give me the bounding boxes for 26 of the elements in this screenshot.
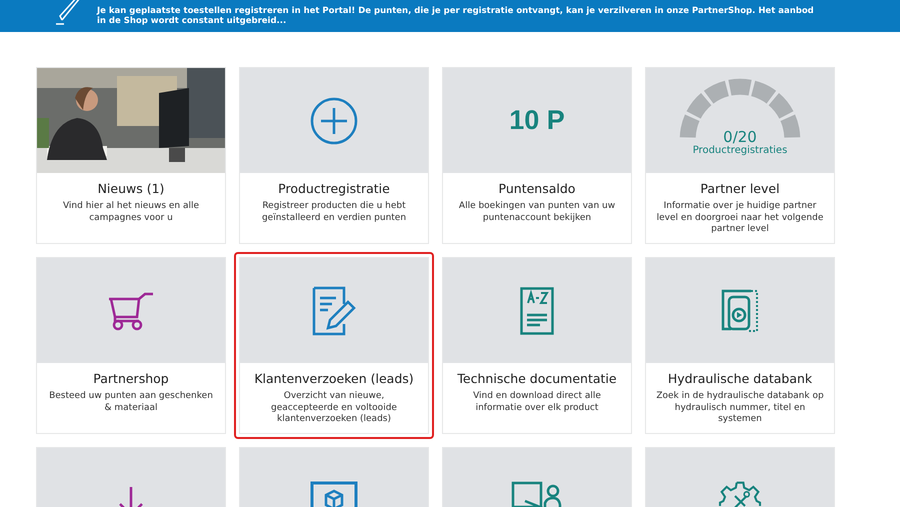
tile-description: Overzicht van nieuwe, geaccepteerde en voltooide klantenverzoeken (leads) (270, 391, 398, 426)
tile-description: Vind en download direct alle informatie over elk product (472, 391, 602, 414)
tile-title: Nieuws (1) (96, 181, 166, 196)
cart-icon (107, 290, 155, 330)
tile-description: Alle boekingen van punten van uw puntenaccount bekijken (458, 201, 616, 224)
tile-title: Partnershop (92, 371, 170, 386)
tile-description: Besteed uw punten aan geschenken & materiaal (48, 391, 214, 414)
tile-description: Informatie over je huidige partner level en doorgroei naar het volgende partner level (656, 201, 824, 236)
tile-title: Partner level (699, 181, 781, 196)
tile[interactable]: Klantenverzoeken (leads) Overzicht van nieuwe, geaccepteerde en voltooide klantenverzoeken (leads) (234, 252, 434, 439)
registration-count: 0/20 (723, 129, 757, 145)
tile-title: Technische documentatie (456, 371, 618, 386)
tile-title: Puntensaldo (498, 181, 576, 196)
download-arrow-icon (116, 484, 146, 507)
tile-description: Vind hier al het nieuws en alle campagnes voor u (62, 201, 200, 224)
document-pen-icon (312, 286, 356, 336)
tile-description: Registreer producten die u hebt geïnstalleerd en verdien punten (260, 201, 408, 224)
gauge-caption: Productregistraties (692, 145, 788, 156)
plus-icon (309, 96, 359, 146)
tile-description: Zoek in de hydraulische databank op hydraulisch nummer, titel en systemen (656, 391, 824, 426)
tile-title: Hydraulische databank (666, 371, 814, 386)
az-document-icon (520, 286, 554, 334)
tile-title: Klantenverzoeken (leads) (253, 371, 415, 386)
tile-title: Productregistratie (277, 181, 391, 196)
points-balance: 10 P (509, 105, 565, 136)
banner-text: Je kan geplaatste toestellen registreren in het Portal! De punten, die je per registratie ontvangt, kan je verzilveren in onze PartnerShop. Het aanbod in de Shop wordt constant uitgebreid... (97, 6, 815, 26)
